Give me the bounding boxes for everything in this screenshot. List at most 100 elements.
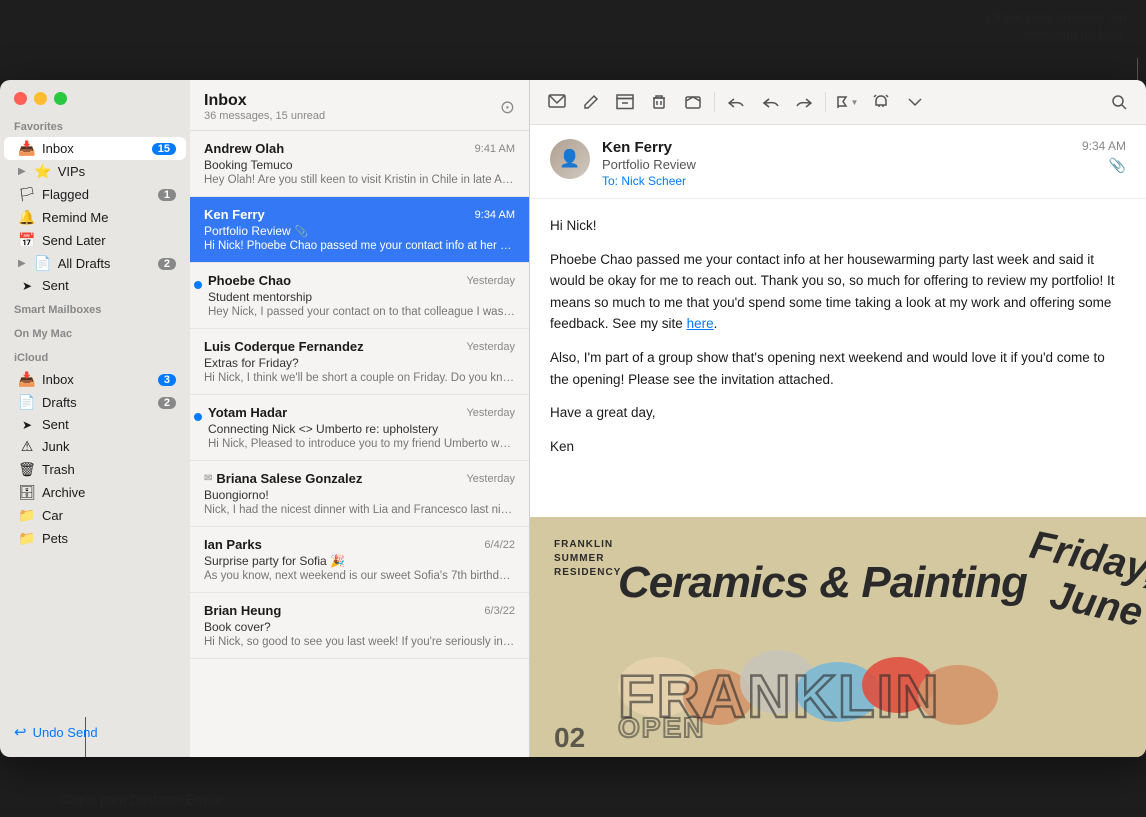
- reply-all-button[interactable]: [755, 88, 785, 116]
- msg-time: 6/4/22: [484, 539, 515, 551]
- message-to: To: Nick Scheer: [602, 174, 1070, 188]
- archive-button[interactable]: [610, 88, 640, 116]
- list-item[interactable]: Andrew Olah 9:41 AM Booking Temuco Hey O…: [190, 131, 529, 197]
- svg-text:02: 02: [554, 722, 585, 753]
- sidebar-item-icloud-drafts[interactable]: 📄 Drafts 2: [4, 391, 186, 414]
- to-label: To:: [602, 174, 618, 188]
- poster-svg: FRANKLIN SUMMER RESIDENCY Ceramics & Pai…: [530, 517, 1146, 757]
- message-detail: ▼: [530, 80, 1146, 757]
- msg-preview: As you know, next weekend is our sweet S…: [204, 570, 515, 582]
- undo-send-label: Undo Send: [33, 725, 98, 740]
- msg-subject: Connecting Nick <> Umberto re: upholster…: [208, 422, 515, 436]
- sidebar-item-icloud-inbox[interactable]: 📥 Inbox 3: [4, 368, 186, 391]
- sidebar-item-remind-me[interactable]: 🔔 Remind Me: [4, 206, 186, 229]
- remind-me-icon: 🔔: [18, 209, 36, 226]
- traffic-lights: [0, 80, 190, 113]
- list-item[interactable]: ✉ Briana Salese Gonzalez Yesterday Buong…: [190, 461, 529, 527]
- msg-preview: Hey Olah! Are you still keen to visit Kr…: [204, 174, 515, 186]
- toolbar-separator: [714, 92, 715, 112]
- message-sender-name: Ken Ferry: [602, 139, 1070, 156]
- here-link[interactable]: here: [687, 316, 714, 331]
- undo-send-icon: ↩: [14, 723, 27, 741]
- move-button[interactable]: [678, 88, 708, 116]
- list-item[interactable]: Yotam Hadar Yesterday Connecting Nick <>…: [190, 395, 529, 461]
- body-para2: Also, I'm part of a group show that's op…: [550, 347, 1126, 390]
- notifications-button[interactable]: [866, 88, 896, 116]
- compose-button[interactable]: [576, 88, 606, 116]
- reply-button[interactable]: [721, 88, 751, 116]
- msg-sender: Phoebe Chao: [208, 273, 291, 288]
- list-item[interactable]: Ian Parks 6/4/22 Surprise party for Sofi…: [190, 527, 529, 593]
- sidebar-item-icloud-trash[interactable]: 🗑 Trash: [4, 458, 186, 481]
- svg-text:RESIDENCY: RESIDENCY: [554, 567, 621, 578]
- sidebar-item-flagged-label: Flagged: [42, 187, 152, 202]
- sidebar-item-icloud-car[interactable]: 📁 Car: [4, 504, 186, 527]
- msg-preview: Hey Nick, I passed your contact on to th…: [208, 306, 515, 318]
- message-sender-info: Ken Ferry Portfolio Review To: Nick Sche…: [602, 139, 1070, 188]
- msg-time: 6/3/22: [484, 605, 515, 617]
- list-item[interactable]: Ken Ferry 9:34 AM Portfolio Review 📎 Hi …: [190, 197, 529, 263]
- sidebar-item-icloud-pets[interactable]: 📁 Pets: [4, 527, 186, 550]
- icloud-inbox-badge: 3: [158, 374, 176, 386]
- svg-text:OPEN: OPEN: [618, 712, 705, 743]
- undo-send-button[interactable]: ↩ Undo Send: [0, 715, 190, 749]
- on-my-mac-label: On My Mac: [0, 320, 190, 344]
- sidebar-item-icloud-sent[interactable]: ➤ Sent: [4, 414, 186, 435]
- sidebar-item-vips[interactable]: ▶ ⭐ VIPs: [4, 160, 186, 183]
- sidebar-item-remind-me-label: Remind Me: [42, 210, 176, 225]
- sidebar-item-vips-label: VIPs: [58, 164, 176, 179]
- icloud-trash-icon: 🗑: [18, 461, 36, 478]
- icloud-drafts-badge: 2: [158, 397, 176, 409]
- sidebar-item-sent-label: Sent: [42, 278, 176, 293]
- msg-sender: Andrew Olah: [204, 141, 284, 156]
- body-para1: Phoebe Chao passed me your contact info …: [550, 249, 1126, 335]
- forward-button[interactable]: [789, 88, 819, 116]
- filter-icon[interactable]: ⊙: [500, 97, 515, 118]
- list-item[interactable]: Brian Heung 6/3/22 Book cover? Hi Nick, …: [190, 593, 529, 659]
- sidebar: Favorites 📥 Inbox 15 ▶ ⭐ VIPs 🏳 Flagged …: [0, 80, 190, 757]
- sidebar-item-inbox[interactable]: 📥 Inbox 15: [4, 137, 186, 160]
- fullscreen-button[interactable]: [54, 92, 67, 105]
- unread-dot: [194, 413, 202, 421]
- toolbar-separator-2: [825, 92, 826, 112]
- minimize-button[interactable]: [34, 92, 47, 105]
- msg-preview: Hi Nick, Pleased to introduce you to my …: [208, 438, 515, 450]
- sidebar-item-all-drafts[interactable]: ▶ 📄 All Drafts 2: [4, 252, 186, 275]
- to-name: Nick Scheer: [621, 174, 686, 188]
- more-button[interactable]: [900, 88, 930, 116]
- sidebar-item-icloud-archive-label: Archive: [42, 485, 176, 500]
- all-drafts-badge: 2: [158, 258, 176, 270]
- msg-subject: Book cover?: [204, 620, 515, 634]
- sidebar-item-sent[interactable]: ➤ Sent: [4, 275, 186, 296]
- icloud-sent-icon: ➤: [18, 418, 36, 432]
- msg-subject: Portfolio Review 📎: [204, 224, 515, 238]
- sidebar-item-icloud-junk[interactable]: ⚠ Junk: [4, 435, 186, 458]
- new-message-button[interactable]: [542, 88, 572, 116]
- sidebar-item-flagged[interactable]: 🏳 Flagged 1: [4, 183, 186, 206]
- icloud-label: iCloud: [0, 344, 190, 368]
- msg-time: 9:34 AM: [475, 209, 515, 221]
- ceramics-poster: FRANKLIN SUMMER RESIDENCY FRANKLIN SUMME…: [530, 517, 1146, 757]
- list-item[interactable]: Phoebe Chao Yesterday Student mentorship…: [190, 263, 529, 329]
- sidebar-item-send-later[interactable]: 📅 Send Later: [4, 229, 186, 252]
- flag-button[interactable]: ▼: [832, 88, 862, 116]
- close-button[interactable]: [14, 92, 27, 105]
- sidebar-item-icloud-archive[interactable]: 🗄 Archive: [4, 481, 186, 504]
- msg-preview: Hi Nick, so good to see you last week! I…: [204, 636, 515, 648]
- msg-time: Yesterday: [466, 473, 515, 485]
- msg-time: Yesterday: [466, 341, 515, 353]
- msg-preview: Nick, I had the nicest dinner with Lia a…: [204, 504, 515, 516]
- list-item[interactable]: Luis Coderque Fernandez Yesterday Extras…: [190, 329, 529, 395]
- msg-time: Yesterday: [466, 407, 515, 419]
- trash-button[interactable]: [644, 88, 674, 116]
- attachment-indicator: 📎: [1109, 157, 1126, 174]
- search-button[interactable]: [1104, 88, 1134, 116]
- send-later-icon: 📅: [18, 232, 36, 249]
- icloud-junk-icon: ⚠: [18, 438, 36, 455]
- svg-text:FRANKLIN: FRANKLIN: [554, 539, 613, 550]
- favorites-label: Favorites: [0, 113, 190, 137]
- msg-subject: Student mentorship: [208, 290, 515, 304]
- msg-sender: Brian Heung: [204, 603, 281, 618]
- body-greeting: Hi Nick!: [550, 215, 1126, 237]
- msg-preview: Hi Nick! Phoebe Chao passed me your cont…: [204, 240, 515, 252]
